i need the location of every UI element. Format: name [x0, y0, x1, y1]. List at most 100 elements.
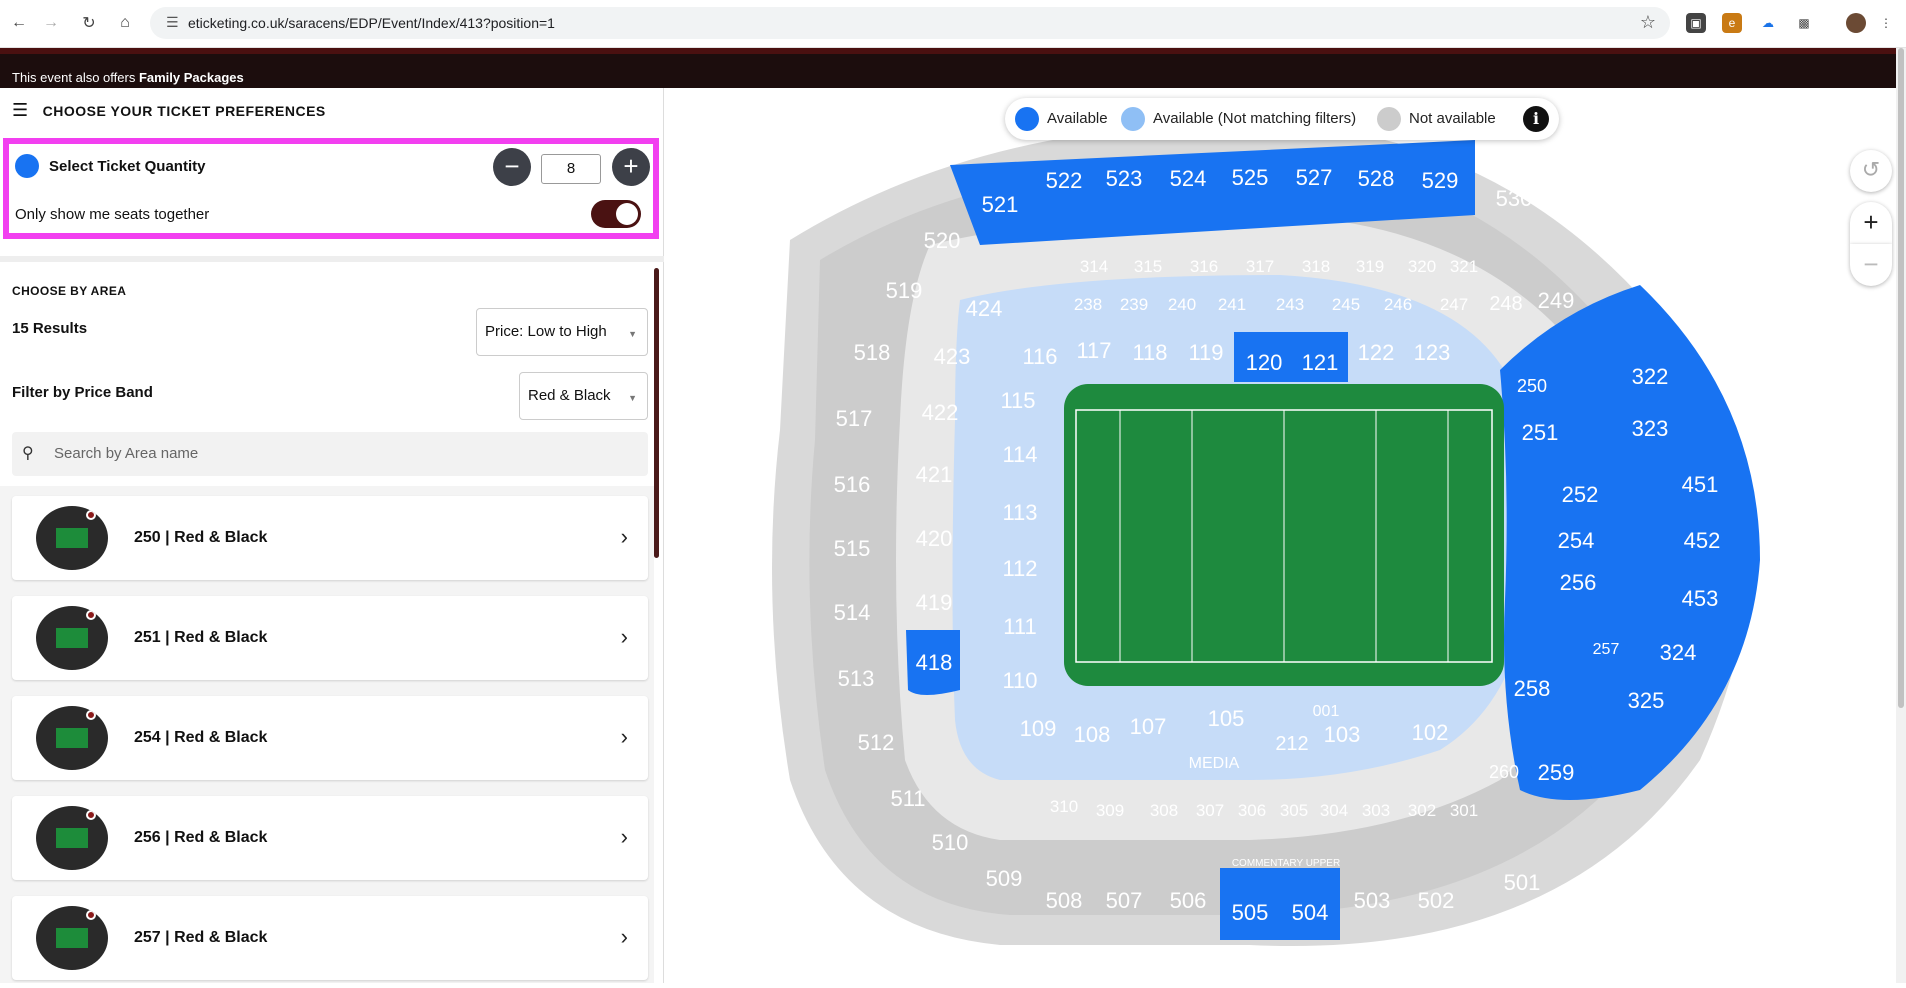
chevron-right-icon: ›	[620, 524, 628, 549]
stadium-map[interactable]: 521 522 523 524 525 527 528 529 120 121 …	[665, 88, 1906, 983]
quantity-label: Select Ticket Quantity	[49, 158, 206, 175]
zoom-out-button[interactable]: −	[1850, 244, 1892, 286]
home-icon[interactable]: ⌂	[114, 12, 136, 34]
legend-available: Available	[1047, 110, 1108, 127]
reload-icon[interactable]: ↻	[78, 12, 100, 34]
section-label-239: 239	[1120, 295, 1148, 314]
chevron-down-icon: ▼	[628, 329, 637, 339]
section-label-520: 520	[924, 228, 961, 253]
section-label-251: 251	[1522, 420, 1559, 445]
section-label-102: 102	[1412, 720, 1449, 745]
stadium-svg[interactable]: 521 522 523 524 525 527 528 529 120 121 …	[665, 88, 1906, 983]
stadium-thumbnail	[36, 706, 108, 770]
location-pin-icon	[86, 510, 96, 520]
list-item[interactable]: 250 | Red & Black ›	[12, 496, 648, 580]
quantity-input[interactable]: 8	[541, 154, 601, 184]
section-label-116: 116	[1022, 344, 1057, 369]
banner-text: This event also offers	[12, 70, 139, 85]
section-label-247: 247	[1440, 295, 1468, 314]
sort-select[interactable]: Price: Low to High ▼	[476, 308, 648, 356]
divider	[0, 256, 664, 262]
reset-view-icon[interactable]: ↺	[1850, 150, 1892, 192]
family-packages-banner: This event also offers Family Packages	[0, 48, 1906, 88]
section-label-502: 502	[1418, 888, 1455, 913]
section-label-524: 524	[1170, 166, 1207, 191]
info-icon[interactable]: i	[1523, 106, 1549, 132]
section-label-530: 530	[1496, 186, 1533, 211]
extension-e-icon[interactable]: e	[1722, 13, 1742, 33]
chevron-right-icon: ›	[620, 724, 628, 749]
decrease-quantity-button[interactable]: −	[493, 148, 531, 186]
not-matching-dot-icon	[1121, 107, 1145, 131]
section-label-110: 110	[1002, 668, 1037, 693]
choose-by-area-heading: CHOOSE BY AREA	[12, 284, 127, 298]
section-label-424: 424	[966, 296, 1003, 321]
list-scrollbar[interactable]	[654, 268, 659, 558]
section-label-117: 117	[1076, 338, 1111, 363]
section-label-527: 527	[1296, 165, 1333, 190]
quantity-dot-icon	[15, 154, 39, 178]
preferences-heading-text: CHOOSE YOUR TICKET PREFERENCES	[42, 102, 326, 119]
section-label-422: 422	[922, 400, 959, 425]
list-item[interactable]: 254 | Red & Black ›	[12, 696, 648, 780]
section-label-501: 501	[1504, 870, 1541, 895]
section-label-315: 315	[1134, 257, 1162, 276]
bookmark-star-icon[interactable]: ☆	[1640, 12, 1656, 33]
section-label-114: 114	[1002, 442, 1037, 467]
available-dot-icon	[1015, 107, 1039, 131]
section-label-519: 519	[886, 278, 923, 303]
forward-icon[interactable]: →	[40, 12, 62, 34]
menu-kebab-icon[interactable]: ⋮	[1876, 13, 1896, 33]
cloud-icon[interactable]: ☁	[1758, 13, 1778, 33]
list-item[interactable]: 256 | Red & Black ›	[12, 796, 648, 880]
section-label-421: 421	[916, 462, 953, 487]
section-block-east[interactable]	[1500, 285, 1760, 800]
back-icon[interactable]: ←	[8, 12, 30, 34]
media-label: MEDIA	[1189, 755, 1240, 772]
results-count: 15 Results	[12, 320, 88, 337]
page-scrollbar-thumb[interactable]	[1898, 48, 1904, 708]
list-item[interactable]: 257 | Red & Black ›	[12, 896, 648, 980]
area-name: 254 | Red & Black	[134, 729, 268, 746]
sort-select-value: Price: Low to High	[485, 323, 607, 340]
address-bar[interactable]: ☰ eticketing.co.uk/saracens/EDP/Event/In…	[150, 7, 1670, 39]
chevron-right-icon: ›	[620, 924, 628, 949]
search-input[interactable]: Search by Area name	[54, 445, 198, 462]
section-label-517: 517	[836, 406, 873, 431]
list-item[interactable]: 251 | Red & Black ›	[12, 596, 648, 680]
site-info-icon[interactable]: ☰	[166, 14, 179, 31]
extension-icon[interactable]: ▣	[1686, 13, 1706, 33]
section-label-257: 257	[1593, 641, 1620, 658]
url-text[interactable]: eticketing.co.uk/saracens/EDP/Event/Inde…	[188, 15, 555, 31]
search-icon: ⚲	[22, 445, 34, 462]
section-label-246: 246	[1384, 295, 1412, 314]
section-label-509: 509	[986, 866, 1023, 891]
price-band-select[interactable]: Red & Black ▼	[519, 372, 648, 420]
profile-avatar[interactable]	[1846, 13, 1866, 33]
preferences-heading: ☰ CHOOSE YOUR TICKET PREFERENCES	[12, 100, 326, 121]
section-label-240: 240	[1168, 295, 1196, 314]
price-band-filter-label: Filter by Price Band	[12, 384, 153, 401]
increase-quantity-button[interactable]: +	[612, 148, 650, 186]
area-search[interactable]: ⚲ Search by Area name	[12, 432, 648, 476]
section-label-121: 121	[1302, 350, 1339, 375]
pitch-shape	[56, 528, 88, 548]
browser-toolbar: ← → ↻ ⌂ ☰ eticketing.co.uk/saracens/EDP/…	[0, 0, 1906, 48]
puzzle-icon[interactable]: ▩	[1794, 13, 1814, 33]
zoom-in-button[interactable]: +	[1850, 202, 1892, 244]
section-label-308: 308	[1150, 801, 1178, 820]
section-label-324: 324	[1660, 640, 1697, 665]
area-name: 256 | Red & Black	[134, 829, 268, 846]
section-label-321: 321	[1450, 257, 1478, 276]
section-label-123: 123	[1414, 340, 1451, 365]
section-label-323: 323	[1632, 416, 1669, 441]
section-label-305: 305	[1280, 801, 1308, 820]
section-label-260: 260	[1489, 762, 1519, 782]
section-label-511: 511	[890, 786, 925, 811]
seats-together-toggle[interactable]	[591, 200, 641, 228]
section-label-506: 506	[1170, 888, 1207, 913]
family-packages-link[interactable]: Family Packages	[139, 70, 244, 85]
pitch-shape	[56, 828, 88, 848]
stadium-thumbnail	[36, 906, 108, 970]
page-scrollbar[interactable]	[1896, 48, 1906, 983]
